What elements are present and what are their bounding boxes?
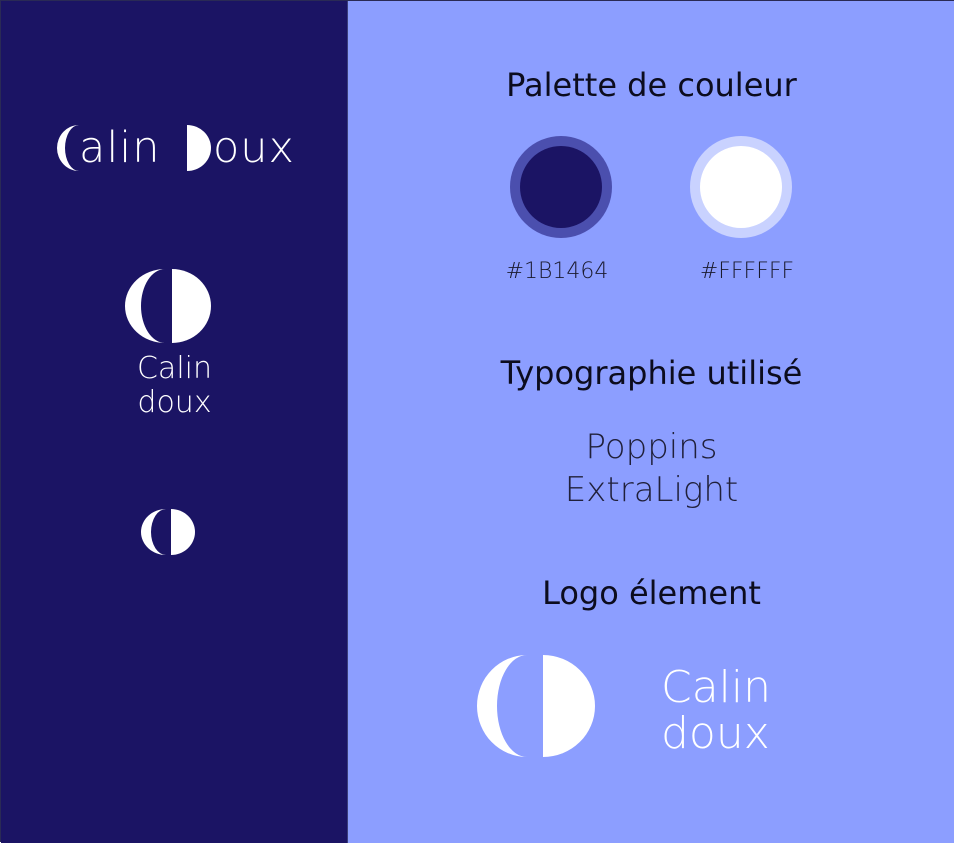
swatch-white-label: #FFFFFF <box>699 259 795 284</box>
crescent-left-icon <box>141 509 166 555</box>
wordmark-horizontal: alin oux <box>1 117 348 181</box>
crescent-left-icon <box>477 655 527 757</box>
crescent-left-icon <box>125 269 165 343</box>
half-disc-right-icon <box>171 509 195 555</box>
swatch-navy <box>510 136 612 238</box>
font-name-line-1: Poppins <box>585 427 718 467</box>
half-disc-right-icon <box>172 269 211 343</box>
logo-mark-medium <box>125 269 211 343</box>
logo-mark-small <box>141 509 195 555</box>
half-disc-right-icon <box>543 655 595 757</box>
crescent-left-icon <box>57 125 79 171</box>
font-name-line-2: ExtraLight <box>564 470 739 510</box>
brand-board: alin oux Calin doux Palette de couleur #… <box>0 0 954 843</box>
stacked-name-line-1: Calin <box>136 351 212 386</box>
palette-heading: Palette de couleur <box>506 66 797 104</box>
left-panel: alin oux Calin doux <box>1 1 348 843</box>
swatch-white <box>690 136 792 238</box>
logo-text-line-2: doux <box>661 708 770 759</box>
typography-heading: Typographie utilisé <box>500 354 803 392</box>
wordmark-word-1: alin <box>79 123 161 173</box>
logo-mark-large <box>477 655 595 757</box>
stacked-name-line-2: doux <box>137 385 212 420</box>
wordmark-word-2: oux <box>213 123 296 173</box>
swatch-navy-label: #1B1464 <box>505 259 609 284</box>
logo-heading: Logo élement <box>542 574 761 612</box>
half-disc-right-icon <box>187 125 211 171</box>
logo-text-line-1: Calin <box>661 662 772 713</box>
right-panel <box>348 1 954 843</box>
